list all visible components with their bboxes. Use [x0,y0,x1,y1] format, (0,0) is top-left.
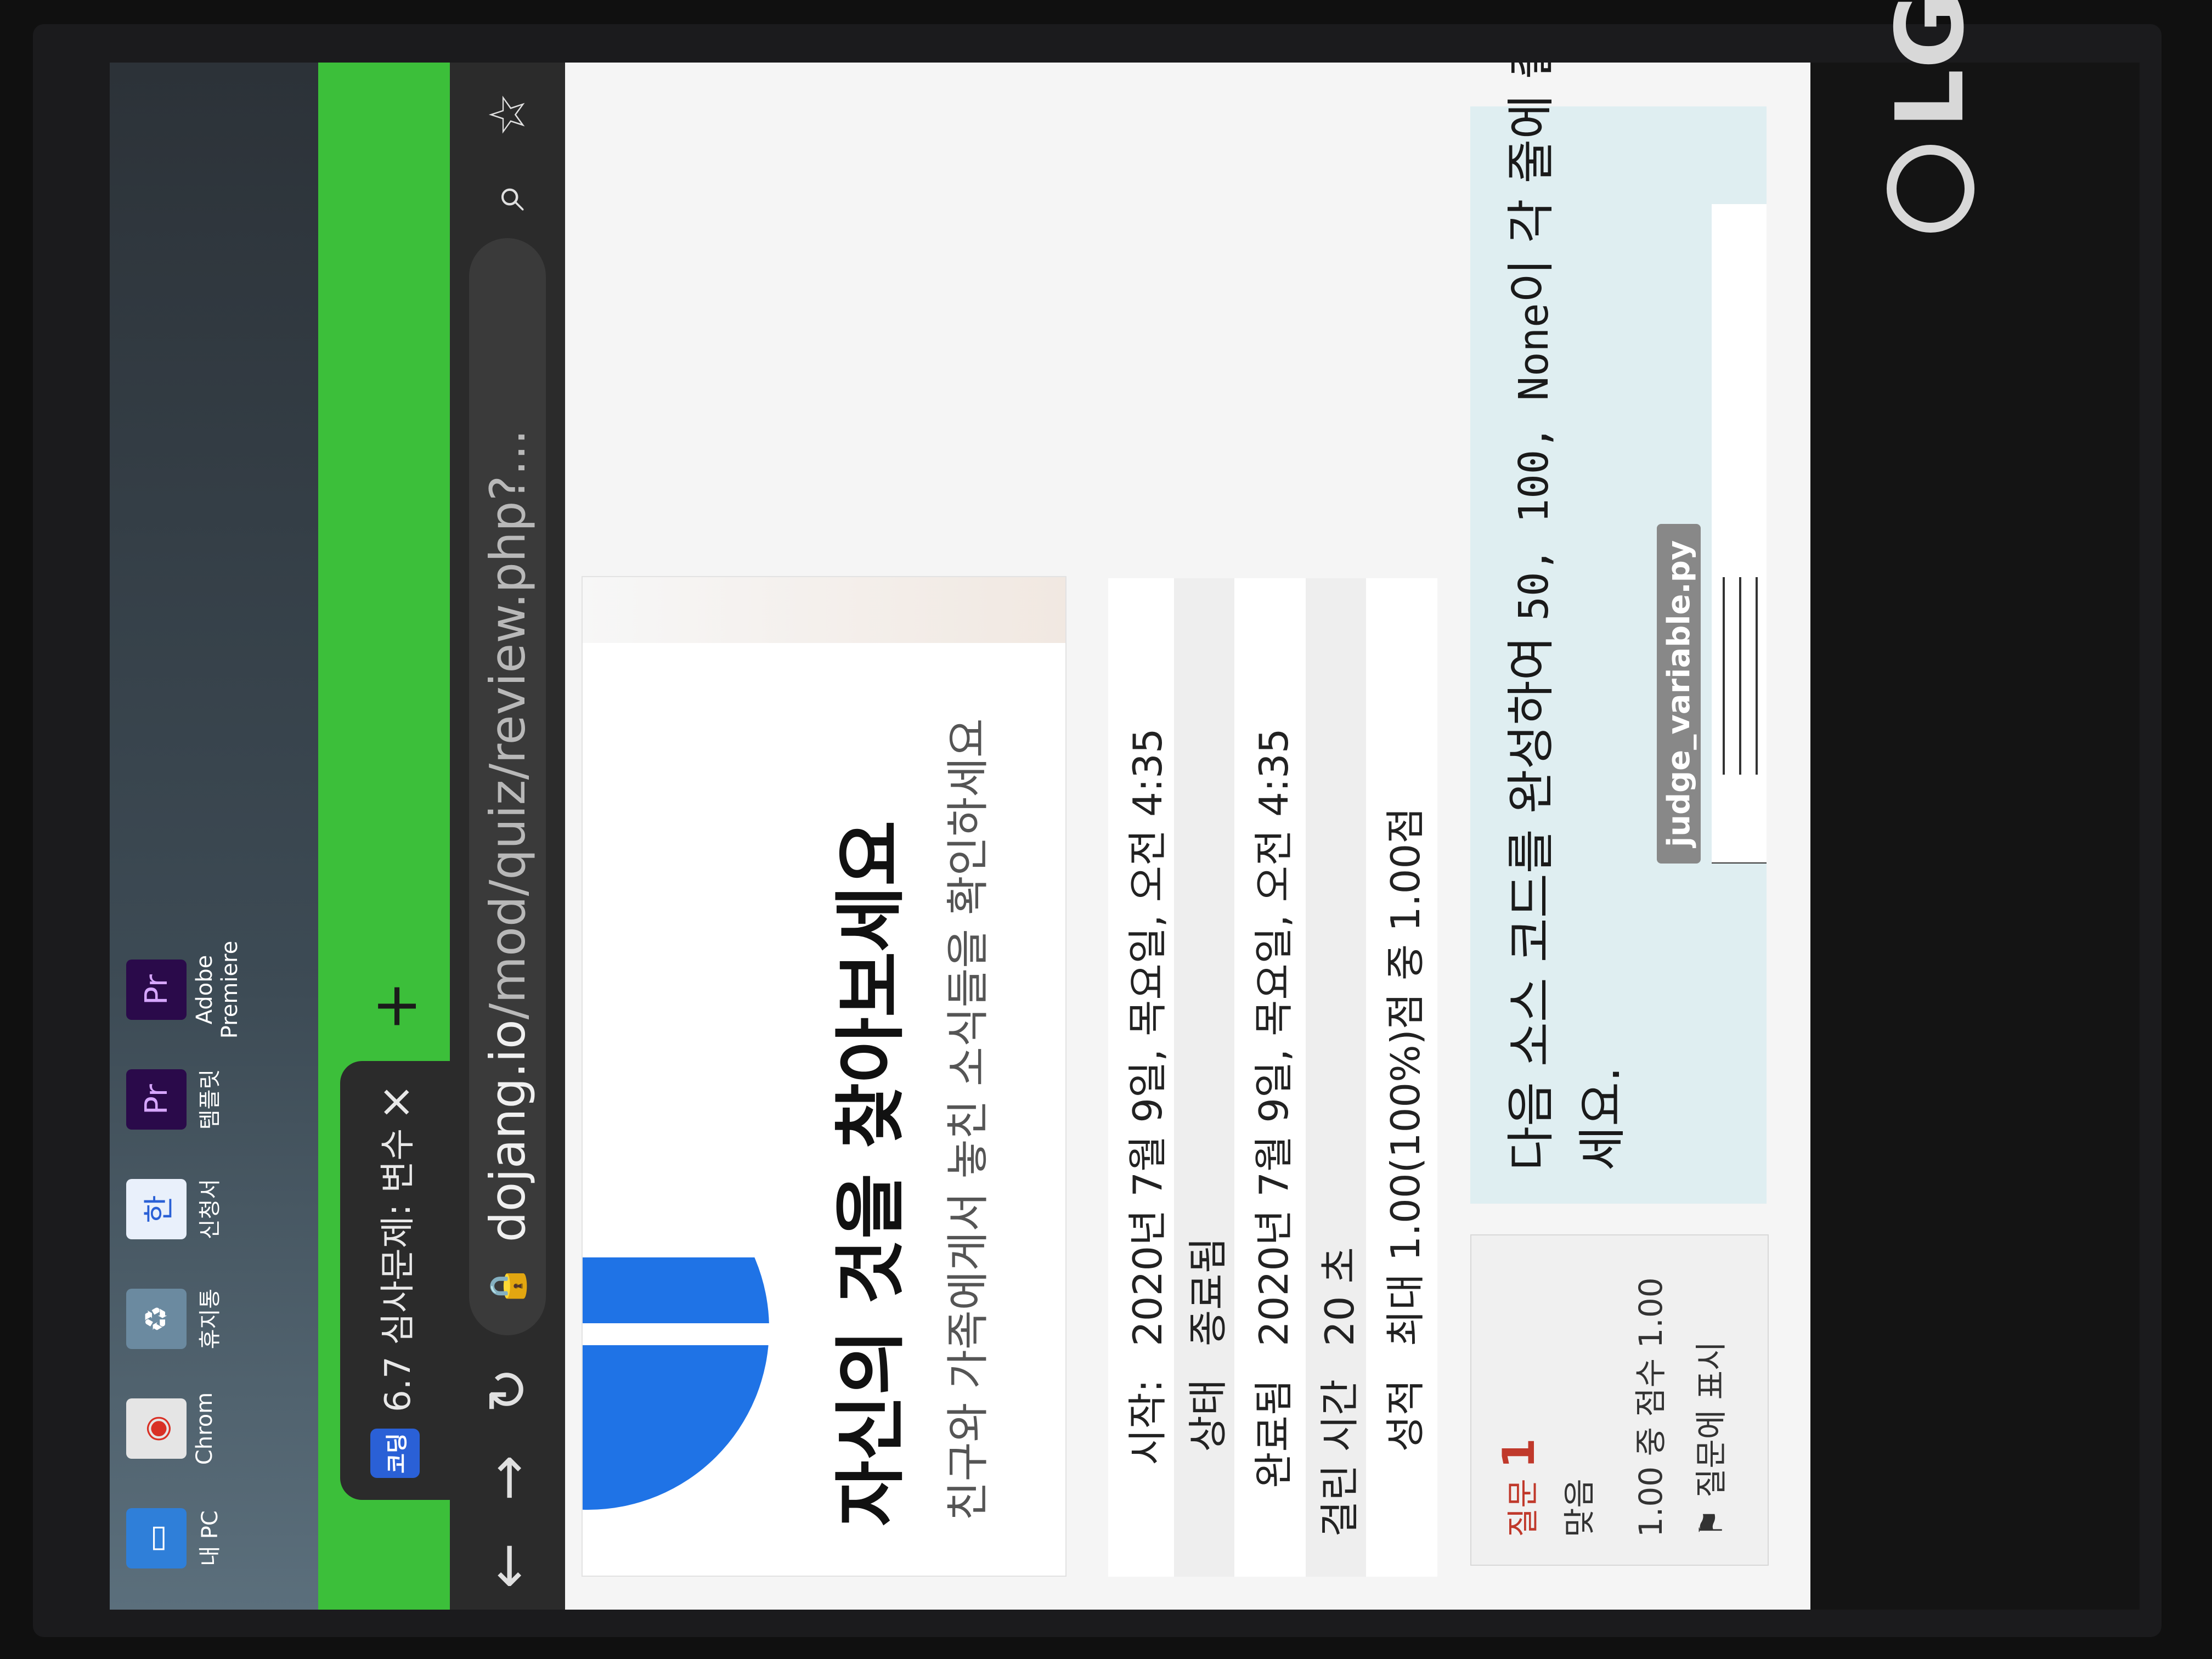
lg-brand-text: LG [1876,0,1985,128]
summary-row-state: 상태 종료됨 [1174,578,1234,1577]
summary-value: 20 초 [1316,1247,1363,1346]
tab-title: 6.7 심사문제: 변수 만들기 [378,1127,419,1412]
summary-key: 시작: [1124,1379,1171,1465]
question-info-box: 질문 1 맞음 1.00 중 점수 1.00 ⚑ 질문에 표시 [1470,1234,1769,1566]
flag-question-link[interactable]: ⚑ 질문에 표시 [1685,1341,1731,1537]
page-content: 자신의 것을 찾아보세요 친구와 가족에게서 놓친 소식들을 확인하세요 시작:… [565,63,1810,1610]
code-blank-line [1723,577,1725,775]
reload-icon[interactable]: ↻ [464,1346,551,1434]
question-text-line2: 세요. [1574,1066,1630,1171]
tab-active[interactable]: 코딩 6.7 심사문제: 변수 만들기 × [340,1061,450,1500]
desktop-icon-label: 템플릿 [198,1069,223,1130]
summary-key-text: 시작 [1124,1392,1171,1465]
desktop-icon-label: Adobe Premiere [192,940,242,1039]
question-text-line1: 다음 소스 코드를 완성하여 50, 100, None이 각 줄에 출력되게 … [1492,63,1562,1171]
question-inline-code: 50, 100, None [1510,303,1558,621]
desktop-icon-label: 신청서 [198,1178,223,1240]
facebook-logo-icon [583,1257,769,1510]
coding-dojang-favicon-icon: 코딩 [370,1429,420,1478]
recycle-bin-icon: ♻ [126,1289,187,1349]
question-state: 맞음 [1561,1479,1598,1537]
new-tab-button[interactable]: + [360,973,430,1039]
lg-ring-icon [1887,145,1974,233]
summary-value: 최대 1.00(100%)점 중 1.00점 [1382,807,1429,1346]
premiere-icon: Pr [126,960,187,1020]
summary-key: 상태 [1184,1379,1231,1452]
back-icon[interactable]: ← [464,1522,551,1610]
desktop-icon-recycle-bin[interactable]: ♻ 휴지통 [126,1269,224,1368]
question-label: 질문 [1504,1479,1542,1537]
summary-key: 성적 [1382,1379,1429,1452]
chrome-icon: ◉ [126,1398,187,1459]
url-host: dojang.io [479,1019,536,1243]
summary-row-completed: 완료됨 2020년 7월 9일, 목요일, 오전 4:35 [1240,578,1300,1577]
question-number: 1 [1493,1438,1544,1469]
code-blank-line [1756,577,1758,775]
question-text-box: 다음 소스 코드를 완성하여 50, 100, None이 각 줄에 출력되게 … [1470,63,1767,1204]
question-title: 질문 1 [1493,1438,1544,1537]
code-blank-line [1739,577,1741,775]
summary-key: 완료됨 [1250,1379,1297,1488]
forward-icon[interactable]: → [464,1434,551,1522]
desktop-icon-label: 내 PC [198,1510,223,1566]
desktop-icon-label: Chrom [192,1392,217,1465]
desktop-icon-template[interactable]: Pr 템플릿 [126,1050,224,1149]
monitor-screen: ▭ 내 PC ◉ Chrom ♻ 휴지통 한 신청서 Pr 템플릿 Pr Ado… [110,63,1810,1610]
browser-toolbar: ← → ↻ 🔒 dojang.io/mod/quiz/review.php?..… [450,63,565,1610]
promo-title: 자신의 것을 찾아보세요 [829,820,912,1526]
promo-banner[interactable]: 자신의 것을 찾아보세요 친구와 가족에게서 놓친 소식들을 확인하세요 [582,576,1066,1577]
file-name-badge: judge_variable.py [1657,523,1701,864]
promo-subtitle: 친구와 가족에게서 놓친 소식들을 확인하세요 [944,718,993,1521]
bookmark-star-icon[interactable]: ☆ [466,74,549,156]
summary-value: 2020년 7월 9일, 목요일, 오전 4:35 [1124,728,1171,1346]
monitor-lower-bezel [1810,63,2140,1610]
lg-logo: LG [1876,0,1985,233]
code-editor[interactable] [1712,204,1767,864]
summary-row-time-taken: 걸린 시간 20 초 [1306,578,1366,1577]
flag-icon: ⚑ [1692,1509,1730,1537]
question-grade: 1.00 중 점수 1.00 [1632,1277,1669,1537]
quiz-summary-table: 시작: 2020년 7월 9일, 목요일, 오전 4:35 상태 종료됨 완료됨… [1108,578,1437,1577]
desktop-icon-hwp[interactable]: 한 신청서 [126,1160,224,1259]
summary-key: 걸린 시간 [1316,1379,1363,1537]
desktop-icon-label: 휴지통 [198,1288,223,1350]
desktop-icon-premiere[interactable]: Pr Adobe Premiere [126,940,242,1039]
summary-value: 종료됨 [1184,1237,1231,1346]
url-path: /mod/quiz/review.php?... [479,429,536,1020]
desktop-icon-chrome[interactable]: ◉ Chrom [126,1379,217,1478]
desktop-icon-pc[interactable]: ▭ 내 PC [126,1489,224,1588]
pc-icon: ▭ [126,1508,187,1568]
tab-bar: 코딩 6.7 심사문제: 변수 만들기 × + [318,63,450,1610]
flag-label: 질문에 표시 [1692,1341,1730,1498]
photo-scene: ▭ 내 PC ◉ Chrom ♻ 휴지통 한 신청서 Pr 템플릿 Pr Ado… [0,0,2212,1659]
question-text-part: 이 각 줄에 출력되게 하 [1503,63,1559,303]
url-text: dojang.io/mod/quiz/review.php?... [479,238,536,1243]
lock-icon: 🔒 [487,1264,528,1308]
summary-row-start: 시작: 2020년 7월 9일, 목요일, 오전 4:35 [1114,578,1174,1577]
zoom-search-icon[interactable]: ⌕ [466,156,549,238]
hwp-document-icon: 한 [126,1179,187,1239]
summary-value: 2020년 7월 9일, 목요일, 오전 4:35 [1250,728,1297,1346]
promo-decoration [583,577,1065,643]
close-icon[interactable]: × [370,1077,421,1127]
address-bar[interactable]: 🔒 dojang.io/mod/quiz/review.php?... [469,238,546,1335]
question-text-part: 다음 소스 코드를 완성하여 [1503,620,1559,1171]
summary-row-grade: 성적 최대 1.00(100%)점 중 1.00점 [1372,578,1432,1577]
premiere-pro-icon: Pr [126,1069,187,1130]
browser-window: 코딩 6.7 심사문제: 변수 만들기 × + ← → ↻ 🔒 dojang.i… [318,63,1810,1610]
desktop-area: ▭ 내 PC ◉ Chrom ♻ 휴지통 한 신청서 Pr 템플릿 Pr Ado… [110,63,318,1610]
